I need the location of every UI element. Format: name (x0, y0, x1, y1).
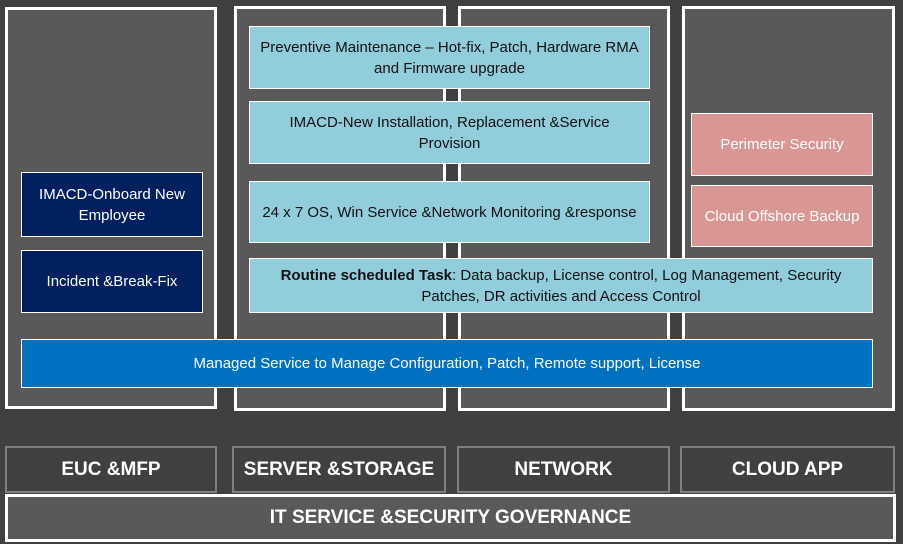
category-cloud: CLOUD APP (680, 446, 895, 493)
category-network: NETWORK (457, 446, 670, 493)
routine-task-text: : Data backup, License control, Log Mana… (421, 267, 842, 305)
governance-bar: IT SERVICE &SECURITY GOVERNANCE (5, 494, 896, 542)
imacd-installation-box: IMACD-New Installation, Replacement &Ser… (249, 101, 650, 164)
monitoring-box: 24 x 7 OS, Win Service &Network Monitori… (249, 181, 650, 243)
category-server: SERVER &STORAGE (232, 446, 446, 493)
perimeter-security-box: Perimeter Security (691, 113, 873, 176)
imacd-onboard-box: IMACD-Onboard New Employee (21, 172, 203, 237)
category-euc: EUC &MFP (5, 446, 217, 493)
routine-task-box: Routine scheduled Task: Data backup, Lic… (249, 258, 873, 313)
routine-task-title: Routine scheduled Task (280, 267, 453, 284)
managed-service-bar: Managed Service to Manage Configuration,… (21, 339, 873, 388)
cloud-backup-box: Cloud Offshore Backup (691, 185, 873, 247)
incident-breakfix-box: Incident &Break-Fix (21, 250, 203, 313)
preventive-maintenance-box: Preventive Maintenance – Hot-fix, Patch,… (249, 26, 650, 89)
